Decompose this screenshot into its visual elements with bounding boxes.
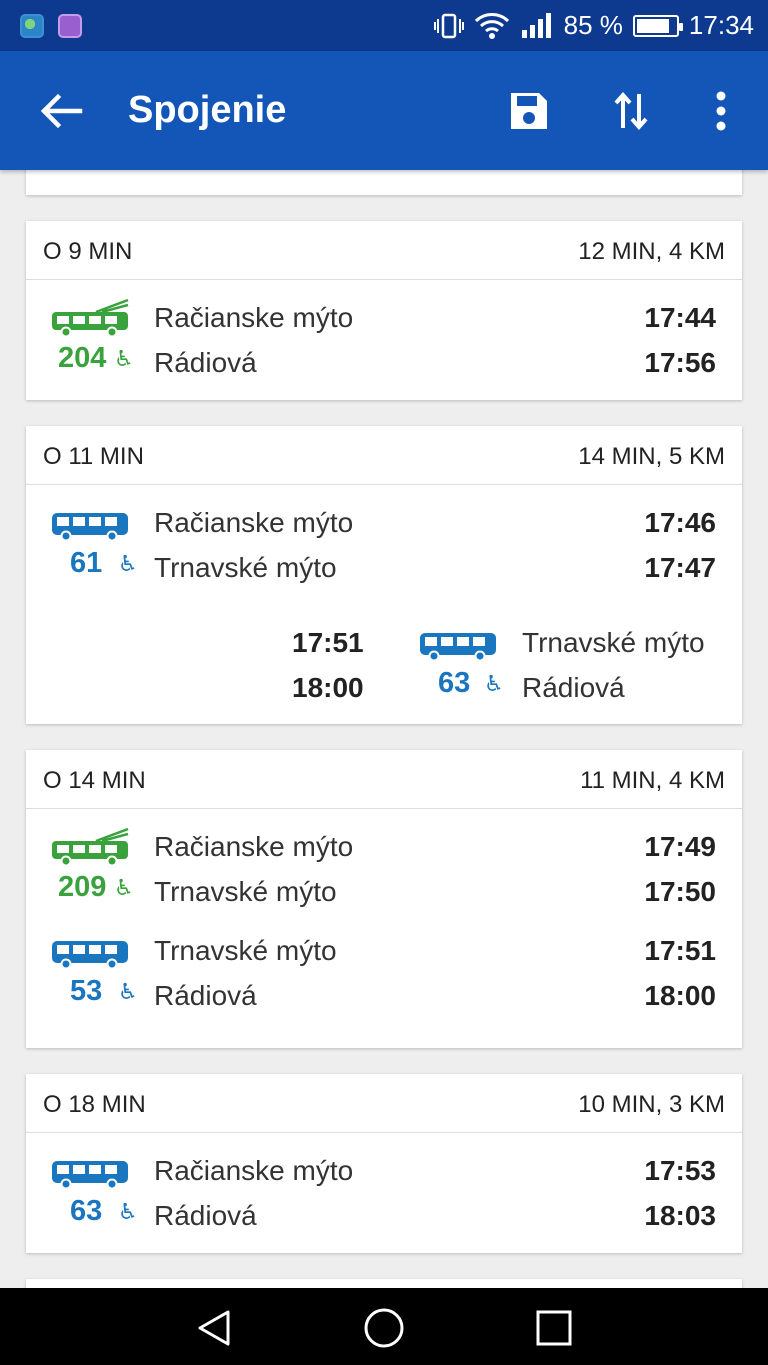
swap-vertical-icon (614, 91, 648, 131)
trip-duration: 12 MIN, 4 KM (578, 238, 725, 265)
stop-to: Rádiová (154, 1200, 257, 1231)
clock: 17:34 (688, 10, 754, 40)
trolleybus-icon (52, 827, 129, 867)
trip-leg: 204 ♿ Račianske mýto Rádiová 17:44 17:56 (26, 280, 742, 378)
wheelchair-icon: ♿ (118, 979, 138, 1004)
more-vert-icon (716, 91, 726, 131)
trip-leg: 209 ♿ Račianske mýto Trnavské mýto 17:49… (26, 809, 742, 907)
departure-time: 17:53 (644, 1155, 716, 1186)
gallery-app-icon (58, 13, 82, 38)
departure-time: 17:44 (644, 302, 716, 333)
save-icon (511, 93, 547, 129)
trip-duration: 14 MIN, 5 KM (578, 443, 725, 470)
connection-header: O 18 MIN 10 MIN, 3 KM (26, 1074, 742, 1133)
arrival-time: 17:56 (644, 347, 716, 378)
bus-icon (420, 633, 496, 662)
stop-from: Trnavské mýto (154, 935, 337, 966)
stop-to: Rádiová (154, 980, 257, 1011)
arrival-time: 18:03 (644, 1200, 716, 1231)
wifi-icon (474, 12, 509, 39)
trip-duration: 11 MIN, 4 KM (580, 767, 725, 794)
connection-card[interactable]: O 11 MIN 14 MIN, 5 KM 61 ♿ Račianske mýt… (26, 426, 742, 724)
more-options-button[interactable] (697, 87, 745, 135)
page-title: Spojenie (128, 89, 287, 131)
bus-icon (52, 1161, 128, 1190)
arrival-time: 18:00 (292, 672, 364, 703)
departure-time: 17:51 (644, 935, 716, 966)
swap-direction-button[interactable] (607, 87, 655, 135)
departure-time: 17:51 (292, 627, 364, 658)
connection-card[interactable]: O 18 MIN 10 MIN, 3 KM 63 ♿ Račianske mýt… (26, 1074, 742, 1253)
trip-leg-transfer: 63 ♿ Trnavské mýto Rádiová 17:51 18:00 (26, 605, 742, 703)
battery-icon (632, 14, 683, 37)
arrow-back-icon[interactable] (36, 89, 84, 133)
wheelchair-icon: ♿ (118, 1199, 138, 1224)
stop-to: Trnavské mýto (154, 552, 337, 583)
nav-back-icon[interactable] (192, 1306, 236, 1350)
save-button[interactable] (505, 87, 553, 135)
connection-header: O 11 MIN 14 MIN, 5 KM (26, 426, 742, 485)
stop-from: Račianske mýto (154, 507, 354, 538)
arrival-time: 17:50 (644, 876, 716, 907)
stop-to: Rádiová (154, 347, 257, 378)
bus-icon (52, 941, 128, 970)
departure-in: O 9 MIN (43, 238, 133, 265)
departure-in: O 18 MIN (43, 1091, 146, 1118)
departure-time: 17:49 (644, 831, 716, 862)
nav-home-icon[interactable] (362, 1306, 406, 1350)
trip-duration: 10 MIN, 3 KM (578, 1091, 725, 1118)
nav-recents-icon[interactable] (532, 1306, 576, 1350)
arrival-time: 17:47 (644, 552, 716, 583)
system-nav-bar (0, 1288, 768, 1365)
status-bar: 85 % 17:34 (0, 0, 768, 51)
stop-to: Trnavské mýto (154, 876, 337, 907)
line-number: 63 (70, 1195, 103, 1227)
line-number: 204 (58, 342, 107, 374)
wheelchair-icon: ♿ (114, 875, 134, 900)
bus-icon (52, 513, 128, 542)
stop-from: Račianske mýto (154, 302, 354, 333)
line-number: 209 (58, 871, 107, 903)
trip-leg: 61 ♿ Račianske mýto Trnavské mýto 17:46 … (26, 485, 742, 583)
arrival-time: 18:00 (644, 980, 716, 1011)
trip-leg: 63 ♿ Račianske mýto Rádiová 17:53 18:03 (26, 1133, 742, 1231)
wheelchair-icon: ♿ (118, 551, 138, 576)
stop-from: Trnavské mýto (522, 627, 705, 658)
connection-header: O 9 MIN 12 MIN, 4 KM (26, 221, 742, 280)
trip-leg: 53 ♿ Trnavské mýto Rádiová 17:51 18:00 (26, 929, 742, 1019)
connection-card[interactable]: O 9 MIN 12 MIN, 4 KM 204 ♿ Račianske mýt… (26, 221, 742, 400)
line-number: 63 (438, 667, 471, 699)
stop-from: Račianske mýto (154, 831, 354, 862)
departure-time: 17:46 (644, 507, 716, 538)
app-bar: Spojenie (0, 51, 768, 170)
connection-card[interactable]: O 14 MIN 11 MIN, 4 KM 209 ♿ Račianske mý… (26, 750, 742, 1048)
connection-header: O 14 MIN 11 MIN, 4 KM (26, 750, 742, 809)
line-number: 53 (70, 975, 103, 1007)
vibrate-icon (433, 13, 464, 38)
departure-in: O 11 MIN (43, 443, 144, 470)
wheelchair-icon: ♿ (114, 346, 134, 371)
stop-to: Rádiová (522, 672, 625, 703)
trolleybus-icon (52, 298, 129, 338)
stop-from: Račianske mýto (154, 1155, 354, 1186)
signal-icon (521, 12, 551, 38)
weather-app-icon (20, 13, 44, 38)
departure-in: O 14 MIN (43, 767, 146, 794)
line-number: 61 (70, 547, 103, 579)
battery-percent: 85 % (563, 10, 623, 40)
wheelchair-icon: ♿ (484, 671, 504, 696)
